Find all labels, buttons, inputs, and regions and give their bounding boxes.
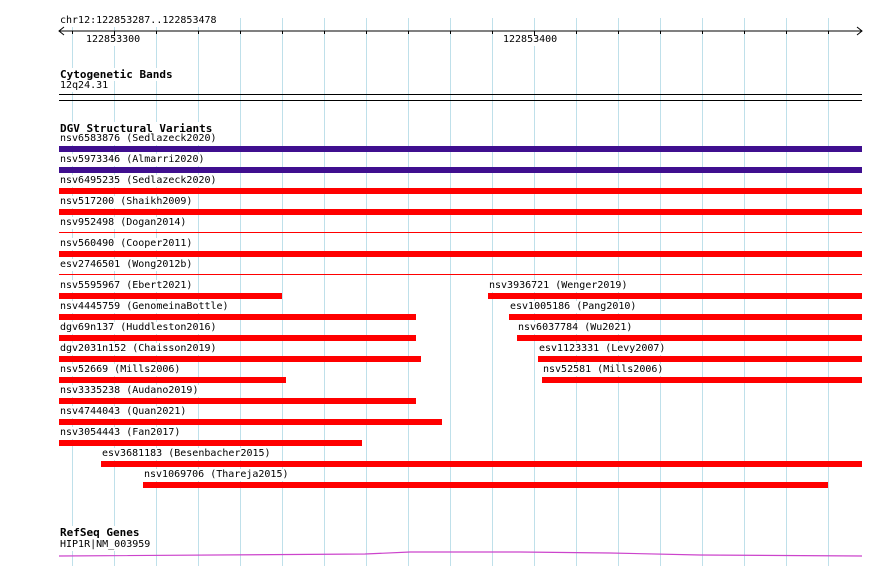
dgv-variant-label[interactable]: esv2746501 (Wong2012b) [60, 259, 194, 271]
dgv-variant-bar[interactable] [59, 209, 862, 215]
dgv-variant-label[interactable]: nsv6495235 (Sedlazeck2020) [60, 175, 218, 187]
dgv-variant-bar[interactable] [538, 356, 862, 362]
dgv-variant-bar[interactable] [59, 188, 862, 194]
dgv-variant-label[interactable]: esv3681183 (Besenbacher2015) [102, 448, 272, 460]
dgv-variant-bar[interactable] [59, 146, 862, 152]
dgv-variant-label[interactable]: nsv6037784 (Wu2021) [518, 322, 634, 334]
dgv-variant-label[interactable]: esv1123331 (Levy2007) [539, 343, 667, 355]
dgv-variant-bar[interactable] [59, 419, 442, 425]
dgv-variant-label[interactable]: dgv2031n152 (Chaisson2019) [60, 343, 218, 355]
dgv-variant-bar[interactable] [542, 377, 862, 383]
dgv-variant-bar[interactable] [59, 293, 282, 299]
dgv-variant-label[interactable]: nsv952498 (Dogan2014) [60, 217, 188, 229]
refseq-gene-line [58, 551, 863, 557]
dgv-variant-bar[interactable] [59, 335, 416, 341]
dgv-variant-label[interactable]: esv1005186 (Pang2010) [510, 301, 638, 313]
dgv-variant-label[interactable]: nsv3936721 (Wenger2019) [489, 280, 629, 292]
dgv-variant-label[interactable]: nsv3335238 (Audano2019) [60, 385, 200, 397]
dgv-variant-label[interactable]: nsv560490 (Cooper2011) [60, 238, 194, 250]
dgv-variant-bar[interactable] [59, 314, 416, 320]
dgv-variant-bar[interactable] [59, 356, 421, 362]
dgv-variant-label[interactable]: nsv1069706 (Thareja2015) [144, 469, 290, 481]
dgv-variant-bar[interactable] [59, 377, 286, 383]
dgv-variant-label[interactable]: nsv52669 (Mills2006) [60, 364, 182, 376]
dgv-variant-bar[interactable] [509, 314, 862, 320]
genome-browser-panel: chr12:122853287..122853478 122853300 122… [0, 0, 890, 566]
dgv-variant-bar[interactable] [59, 232, 862, 233]
dgv-variant-label[interactable]: nsv52581 (Mills2006) [543, 364, 665, 376]
dgv-variant-label[interactable]: nsv5595967 (Ebert2021) [60, 280, 194, 292]
dgv-variant-label[interactable]: dgv69n137 (Huddleston2016) [60, 322, 218, 334]
dgv-variant-bar[interactable] [517, 335, 862, 341]
dgv-variant-label[interactable]: nsv4744043 (Quan2021) [60, 406, 188, 418]
dgv-variant-bar[interactable] [59, 274, 862, 275]
dgv-variant-bar[interactable] [59, 167, 862, 173]
dgv-variant-label[interactable]: nsv3054443 (Fan2017) [60, 427, 182, 439]
dgv-variant-bar[interactable] [101, 461, 862, 467]
dgv-variant-label[interactable]: nsv4445759 (GenomeinaBottle) [60, 301, 230, 313]
dgv-variant-bar[interactable] [59, 398, 416, 404]
dgv-variant-bar[interactable] [488, 293, 862, 299]
dgv-variant-label[interactable]: nsv6583876 (Sedlazeck2020) [60, 133, 218, 145]
dgv-variant-label[interactable]: nsv517200 (Shaikh2009) [60, 196, 194, 208]
dgv-variant-label[interactable]: nsv5973346 (Almarri2020) [60, 154, 206, 166]
dgv-variant-bar[interactable] [59, 251, 862, 257]
dgv-variant-bar[interactable] [143, 482, 828, 488]
dgv-variant-bar[interactable] [59, 440, 362, 446]
